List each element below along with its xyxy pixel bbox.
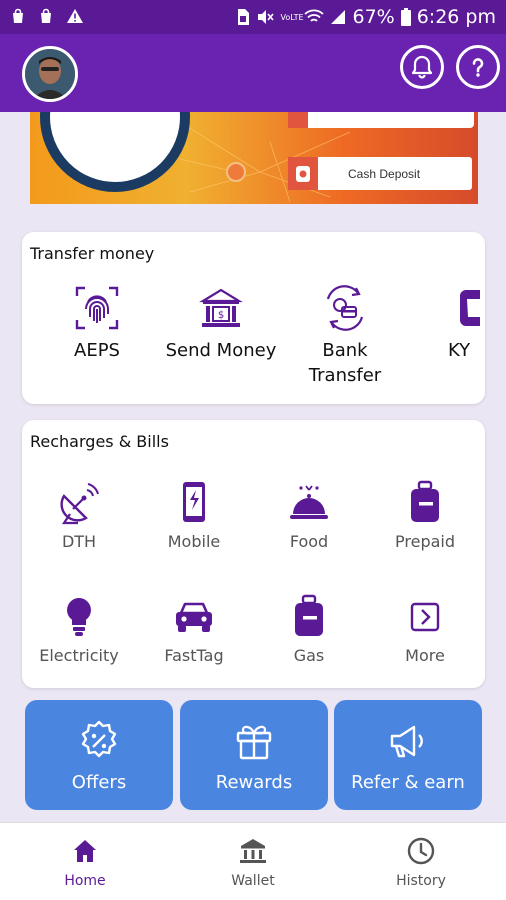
notifications-button[interactable]: [400, 45, 444, 89]
nav-wallet-label: Wallet: [231, 873, 275, 889]
nav-history[interactable]: History: [361, 835, 481, 889]
offers-label: Offers: [71, 772, 127, 793]
recharges-bills-title: Recharges & Bills: [30, 432, 169, 451]
signal-icon: [330, 9, 346, 25]
offers-button[interactable]: Offers: [25, 700, 173, 810]
prepaid-icon: [402, 480, 448, 526]
aeps-label: AEPS: [74, 340, 120, 361]
bulb-icon: [56, 594, 102, 640]
satellite-dish-icon: [56, 480, 102, 526]
transfer-money-title: Transfer money: [30, 244, 155, 263]
bank-building-icon: $: [197, 284, 245, 332]
profile-photo: [25, 49, 75, 99]
volte-label: VoLTE: [280, 12, 304, 22]
bell-icon: [411, 55, 433, 79]
refer-earn-label: Refer & earn: [351, 772, 465, 793]
banner-service-button[interactable]: [288, 112, 474, 128]
electricity-label: Electricity: [39, 646, 119, 665]
aeps-button[interactable]: AEPS: [32, 284, 162, 363]
bottom-navigation: Home Wallet History: [0, 822, 506, 900]
shopping-bag-icon: [38, 8, 54, 28]
kyc-label: KY: [448, 340, 471, 361]
prepaid-label: Prepaid: [395, 532, 455, 551]
electricity-button[interactable]: Electricity: [24, 594, 134, 665]
cash-deposit-label: Cash Deposit: [348, 166, 421, 181]
wifi-icon: [304, 9, 325, 25]
refer-earn-button[interactable]: Refer & earn: [334, 700, 482, 810]
gas-button[interactable]: Gas: [254, 594, 364, 665]
megaphone-icon: [385, 718, 431, 764]
mobile-icon: [171, 480, 217, 526]
food-label: Food: [289, 532, 329, 551]
status-bar: VoLTE 67% 6:26 pm: [0, 0, 506, 34]
bank-transfer-label: Bank Transfer: [308, 340, 382, 386]
gift-icon: [231, 718, 277, 764]
cash-deposit-button[interactable]: Cash Deposit: [288, 157, 472, 190]
more-arrow-icon: [402, 594, 448, 640]
gas-cylinder-icon: [286, 594, 332, 640]
svg-text:$: $: [218, 310, 224, 321]
food-button[interactable]: Food: [254, 480, 364, 551]
mute-icon: [256, 8, 275, 26]
status-notifications: [10, 8, 84, 28]
warning-icon: [66, 8, 84, 28]
mobile-button[interactable]: Mobile: [139, 480, 249, 551]
help-button[interactable]: [456, 45, 500, 89]
home-icon: [69, 835, 101, 867]
bank-transfer-icon: [321, 284, 369, 332]
battery-percent: 67%: [352, 6, 395, 28]
app-header: [0, 34, 506, 112]
food-cloche-icon: [286, 480, 332, 526]
car-icon: [171, 594, 217, 640]
nav-home-label: Home: [64, 873, 106, 889]
send-money-label: Send Money: [165, 340, 277, 361]
dth-button[interactable]: DTH: [24, 480, 134, 551]
clock-time: 6:26 pm: [416, 6, 496, 28]
kyc-button[interactable]: KY: [404, 284, 485, 363]
avatar[interactable]: [22, 46, 78, 102]
battery-icon: [400, 8, 411, 26]
fingerprint-icon: [73, 284, 121, 332]
nav-history-label: History: [396, 873, 446, 889]
more-button[interactable]: More: [370, 594, 480, 665]
send-money-button[interactable]: $ Send Money: [156, 284, 286, 363]
rewards-label: Rewards: [215, 772, 293, 793]
wallet-bank-icon: [237, 835, 269, 867]
status-indicators: VoLTE 67% 6:26 pm: [236, 6, 496, 28]
question-icon: [472, 58, 484, 77]
recharges-bills-card: Recharges & Bills DTH Mobile Food Prepai…: [22, 420, 485, 688]
dth-label: DTH: [61, 532, 97, 551]
nav-home[interactable]: Home: [25, 835, 145, 889]
cash-deposit-icon: [288, 157, 318, 190]
mobile-label: Mobile: [167, 532, 221, 551]
promo-banner[interactable]: Cash Deposit: [30, 112, 478, 204]
banner-node-dot: [226, 162, 246, 182]
nav-wallet[interactable]: Wallet: [193, 835, 313, 889]
fasttag-label: FastTag: [164, 646, 224, 665]
rewards-button[interactable]: Rewards: [180, 700, 328, 810]
prepaid-button[interactable]: Prepaid: [370, 480, 480, 551]
kyc-icon: [450, 284, 480, 332]
bank-transfer-button[interactable]: Bank Transfer: [280, 284, 410, 388]
clock-icon: [405, 835, 437, 867]
fasttag-button[interactable]: FastTag: [139, 594, 249, 665]
transfer-money-card: Transfer money AEPS $ Send Money Bank Tr…: [22, 232, 485, 404]
sim-icon: [236, 8, 250, 26]
offer-badge-icon: [76, 718, 122, 764]
gas-label: Gas: [293, 646, 325, 665]
shopping-bag-icon: [10, 8, 26, 28]
more-label: More: [405, 646, 445, 665]
